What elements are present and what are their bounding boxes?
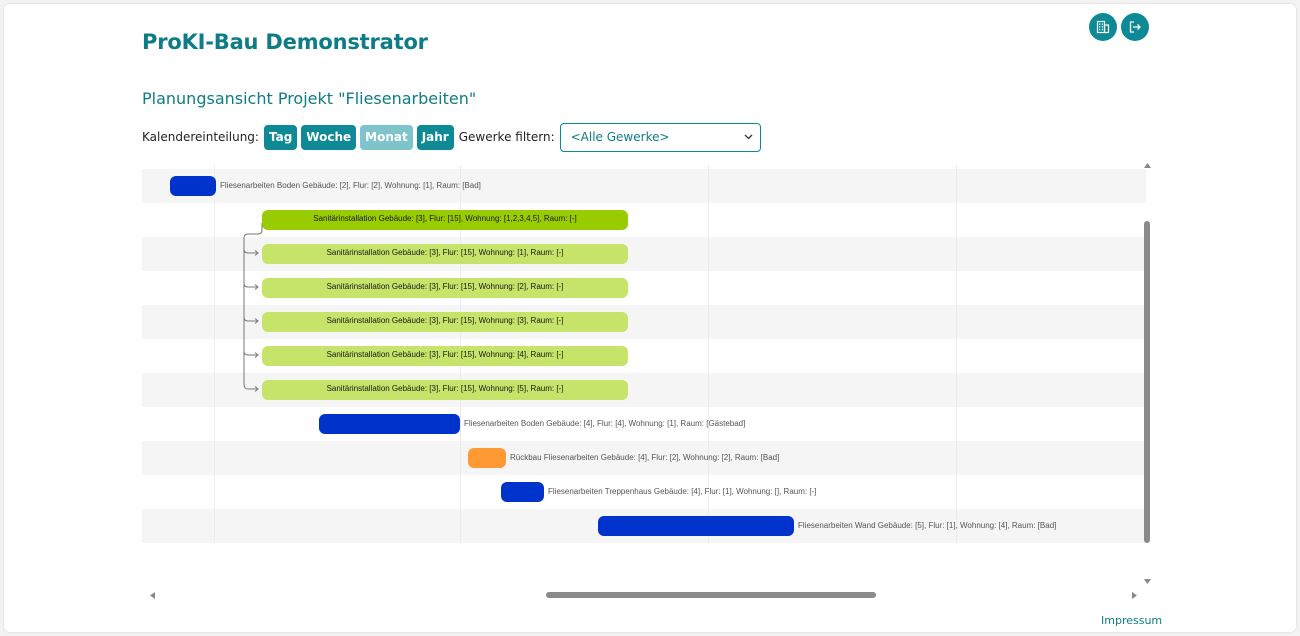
gantt-bar-label: Sanitärinstallation Gebäude: [3], Flur: … bbox=[313, 214, 577, 223]
toolbar: Kalendereinteilung: Tag Woche Monat Jahr… bbox=[142, 122, 761, 152]
gantt-bar-label: Sanitärinstallation Gebäude: [3], Flur: … bbox=[326, 384, 564, 393]
page-subtitle: Planungsansicht Projekt "Fliesenarbeiten… bbox=[142, 89, 477, 108]
gantt-bar-label: Fliesenarbeiten Treppenhaus Gebäude: [4]… bbox=[548, 487, 817, 496]
vertical-scrollbar[interactable] bbox=[1141, 163, 1155, 585]
gantt-bar[interactable] bbox=[319, 414, 460, 434]
tag-button[interactable]: Tag bbox=[263, 124, 298, 150]
gantt-bar-label: Sanitärinstallation Gebäude: [3], Flur: … bbox=[326, 248, 564, 257]
gantt-bar[interactable]: Sanitärinstallation Gebäude: [3], Flur: … bbox=[262, 346, 628, 366]
gantt-bar[interactable]: Sanitärinstallation Gebäude: [3], Flur: … bbox=[262, 380, 628, 400]
gantt-bar[interactable] bbox=[170, 176, 216, 196]
vertical-scroll-thumb[interactable] bbox=[1144, 221, 1150, 543]
gantt-bar[interactable]: Sanitärinstallation Gebäude: [3], Flur: … bbox=[262, 210, 628, 230]
building-icon bbox=[1096, 20, 1110, 34]
logout-button[interactable] bbox=[1121, 13, 1149, 41]
gantt-bar[interactable]: Sanitärinstallation Gebäude: [3], Flur: … bbox=[262, 312, 628, 332]
filter-selected-value: <Alle Gewerke> bbox=[570, 130, 670, 144]
dependency-lines bbox=[243, 223, 263, 392]
gantt-chart[interactable]: Fliesenarbeiten Boden Gebäude: [2], Flur… bbox=[142, 165, 1146, 585]
filter-label: Gewerke filtern: bbox=[458, 130, 555, 144]
gantt-bar-label: Sanitärinstallation Gebäude: [3], Flur: … bbox=[326, 282, 564, 291]
gewerke-filter-select[interactable]: <Alle Gewerke> bbox=[559, 122, 761, 152]
scroll-right-icon bbox=[1132, 592, 1137, 599]
jahr-button[interactable]: Jahr bbox=[416, 124, 454, 150]
gantt-bar-label: Sanitärinstallation Gebäude: [3], Flur: … bbox=[326, 350, 564, 359]
chevron-down-icon bbox=[744, 134, 753, 140]
logout-icon bbox=[1129, 21, 1141, 33]
horizontal-scrollbar[interactable] bbox=[146, 588, 1142, 602]
gantt-bar[interactable] bbox=[501, 482, 544, 502]
gantt-bar-label: Rückbau Fliesenarbeiten Gebäude: [4], Fl… bbox=[510, 453, 780, 462]
gantt-bar-label: Fliesenarbeiten Boden Gebäude: [2], Flur… bbox=[220, 181, 481, 190]
horizontal-scroll-thumb[interactable] bbox=[546, 592, 876, 598]
gantt-bar-label: Fliesenarbeiten Wand Gebäude: [5], Flur:… bbox=[798, 521, 1057, 530]
gantt-bar[interactable]: Sanitärinstallation Gebäude: [3], Flur: … bbox=[262, 244, 628, 264]
gantt-bar-label: Fliesenarbeiten Boden Gebäude: [4], Flur… bbox=[464, 419, 746, 428]
impressum-link[interactable]: Impressum bbox=[1101, 614, 1162, 627]
scroll-left-icon bbox=[150, 592, 155, 599]
building-button[interactable] bbox=[1089, 13, 1117, 41]
gantt-bar[interactable]: Sanitärinstallation Gebäude: [3], Flur: … bbox=[262, 278, 628, 298]
app-title: ProKI-Bau Demonstrator bbox=[142, 30, 428, 54]
gantt-bar-label: Sanitärinstallation Gebäude: [3], Flur: … bbox=[326, 316, 564, 325]
scroll-up-icon bbox=[1144, 163, 1151, 168]
monat-button[interactable]: Monat bbox=[360, 124, 413, 150]
woche-button[interactable]: Woche bbox=[301, 124, 357, 150]
scroll-down-icon bbox=[1144, 579, 1151, 584]
gantt-bar[interactable] bbox=[468, 448, 506, 468]
grid-line bbox=[956, 165, 957, 543]
calendar-label: Kalendereinteilung: bbox=[142, 130, 259, 144]
gantt-bar[interactable] bbox=[598, 516, 794, 536]
